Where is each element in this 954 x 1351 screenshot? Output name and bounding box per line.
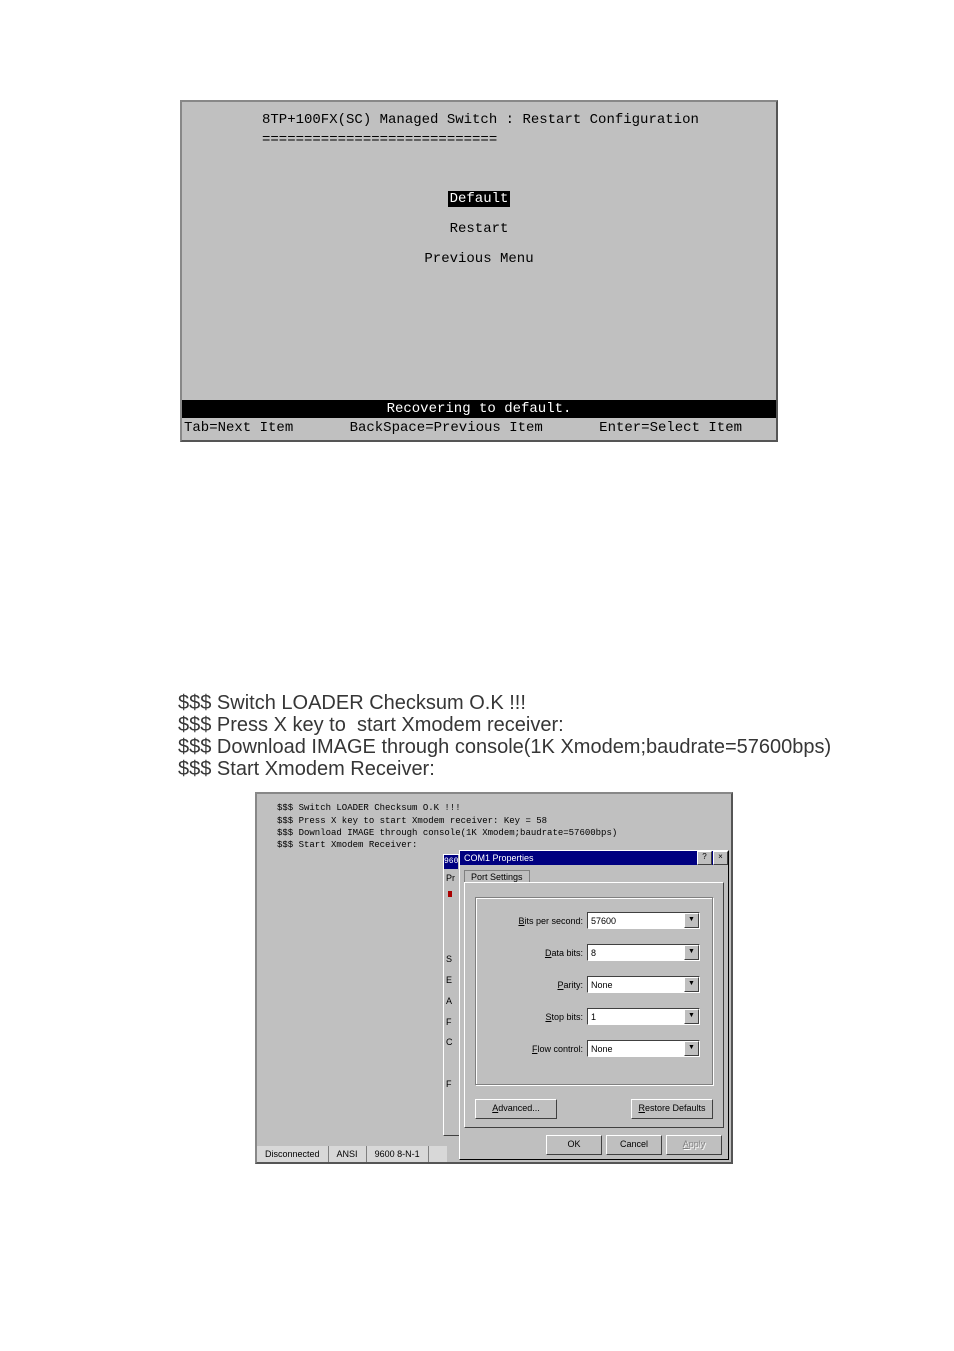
- chevron-down-icon[interactable]: ▼: [684, 913, 699, 928]
- chevron-down-icon[interactable]: ▼: [684, 1009, 699, 1024]
- hyperterminal-window: $$$ Switch LOADER Checksum O.K !!! $$$ P…: [255, 792, 733, 1164]
- restart-config-terminal: 8TP+100FX(SC) Managed Switch : Restart C…: [180, 100, 778, 442]
- row-data-bits: Data bits: 8 ▼: [493, 944, 700, 961]
- advanced-button[interactable]: Advanced...: [475, 1099, 557, 1119]
- row-stop-bits: Stop bits: 1 ▼: [493, 1008, 700, 1025]
- dialog-title-text: COM1 Properties: [464, 851, 534, 865]
- port-settings-group: Bits per second: 57600 ▼ Data bits: 8 ▼: [475, 897, 713, 1085]
- boot-log-text: $$$ Switch LOADER Checksum O.K !!! $$$ P…: [178, 692, 954, 780]
- status-connection: Disconnected: [257, 1146, 329, 1162]
- status-emulation: ANSI: [329, 1146, 367, 1162]
- label-stop-bits: Stop bits:: [493, 1012, 587, 1022]
- terminal-title: 8TP+100FX(SC) Managed Switch : Restart C…: [186, 110, 772, 130]
- background-red-mark: [448, 891, 452, 897]
- menu-restart[interactable]: Restart: [186, 219, 772, 239]
- menu-previous[interactable]: Previous Menu: [186, 249, 772, 269]
- label-parity: Parity:: [493, 980, 587, 990]
- terminal-title-underline: ============================: [186, 130, 772, 150]
- chevron-down-icon[interactable]: ▼: [684, 977, 699, 992]
- cancel-button[interactable]: Cancel: [606, 1135, 662, 1155]
- background-window-title-sliver: 960: [444, 855, 458, 869]
- port-settings-panel: Bits per second: 57600 ▼ Data bits: 8 ▼: [464, 882, 724, 1128]
- hyperterminal-status-bar: Disconnected ANSI 9600 8-N-1: [257, 1146, 447, 1162]
- combo-parity[interactable]: None ▼: [587, 976, 700, 993]
- status-port: 9600 8-N-1: [367, 1146, 429, 1162]
- menu-default[interactable]: Default: [448, 191, 511, 207]
- row-bits-per-second: Bits per second: 57600 ▼: [493, 912, 700, 929]
- label-data-bits: Data bits:: [493, 948, 587, 958]
- hyperterminal-output: $$$ Switch LOADER Checksum O.K !!! $$$ P…: [257, 794, 731, 851]
- help-tab: Tab=Next Item: [184, 418, 293, 438]
- dialog-titlebar: COM1 Properties ? ×: [460, 851, 728, 865]
- chevron-down-icon[interactable]: ▼: [684, 945, 699, 960]
- combo-bits-per-second[interactable]: 57600 ▼: [587, 912, 700, 929]
- chevron-down-icon[interactable]: ▼: [684, 1041, 699, 1056]
- apply-button[interactable]: Apply: [666, 1135, 722, 1155]
- row-parity: Parity: None ▼: [493, 976, 700, 993]
- background-letters: S E A F C F: [446, 949, 453, 1094]
- label-bits-per-second: Bits per second:: [493, 916, 587, 926]
- dialog-help-button[interactable]: ?: [697, 851, 712, 865]
- label-flow-control: Flow control:: [493, 1044, 587, 1054]
- combo-stop-bits[interactable]: 1 ▼: [587, 1008, 700, 1025]
- terminal-help-bar: Tab=Next Item BackSpace=Previous Item En…: [182, 418, 776, 440]
- ok-button[interactable]: OK: [546, 1135, 602, 1155]
- help-enter: Enter=Select Item: [599, 418, 772, 438]
- background-text-pr: Pr: [446, 873, 455, 883]
- restore-defaults-button[interactable]: Restore Defaults: [631, 1099, 713, 1119]
- row-flow-control: Flow control: None ▼: [493, 1040, 700, 1057]
- dialog-close-button[interactable]: ×: [713, 851, 728, 865]
- com1-properties-dialog: COM1 Properties ? × Port Settings Bits p…: [459, 850, 729, 1160]
- terminal-status-message: Recovering to default.: [182, 400, 776, 418]
- combo-data-bits[interactable]: 8 ▼: [587, 944, 700, 961]
- combo-flow-control[interactable]: None ▼: [587, 1040, 700, 1057]
- help-backspace: BackSpace=Previous Item: [293, 418, 599, 438]
